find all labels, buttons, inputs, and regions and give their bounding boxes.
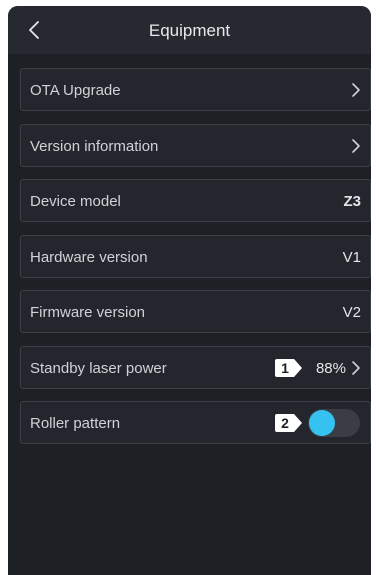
toggle-knob — [309, 410, 335, 436]
back-button[interactable] — [20, 16, 48, 44]
standby-laser-power-label: Standby laser power — [30, 359, 167, 377]
roller-pattern-toggle[interactable] — [308, 409, 360, 437]
firmware-version-row: Firmware version V2 — [20, 290, 371, 333]
version-information-label: Version information — [30, 137, 159, 155]
chevron-left-icon — [29, 21, 39, 39]
firmware-version-value: V2 — [342, 304, 361, 321]
equipment-screen: Equipment OTA Upgrade Version informatio… — [8, 6, 371, 575]
device-model-label: Device model — [30, 193, 121, 210]
callout-badge-2: 2 — [275, 414, 302, 432]
roller-pattern-label: Roller pattern — [30, 415, 121, 432]
ota-upgrade-row[interactable]: OTA Upgrade — [20, 68, 371, 111]
callout-badge-2-number: 2 — [281, 415, 289, 431]
device-model-row: Device model Z3 — [20, 179, 371, 222]
page-title: Equipment — [148, 21, 231, 40]
hardware-version-row: Hardware version V1 — [20, 234, 371, 278]
device-model-value: Z3 — [343, 193, 361, 210]
ota-upgrade-label: OTA Upgrade — [30, 82, 121, 99]
settings-list: OTA Upgrade Version information Device m… — [20, 68, 371, 457]
chevron-right-icon — [352, 138, 360, 153]
standby-laser-power-row[interactable]: Standby laser power 1 88% — [20, 345, 371, 389]
hardware-version-value: V1 — [342, 248, 361, 266]
hardware-version-label: Hardware version — [30, 248, 148, 266]
firmware-version-label: Firmware version — [30, 304, 146, 321]
callout-badge-1-number: 1 — [281, 360, 289, 376]
callout-badge-1: 1 — [275, 358, 302, 377]
chevron-right-icon — [352, 360, 360, 375]
version-information-row[interactable]: Version information — [20, 123, 371, 167]
standby-laser-power-value: 88% — [315, 359, 346, 377]
header-bar: Equipment — [8, 6, 371, 54]
roller-pattern-row: Roller pattern 2 — [20, 401, 371, 444]
chevron-right-icon — [352, 83, 360, 97]
